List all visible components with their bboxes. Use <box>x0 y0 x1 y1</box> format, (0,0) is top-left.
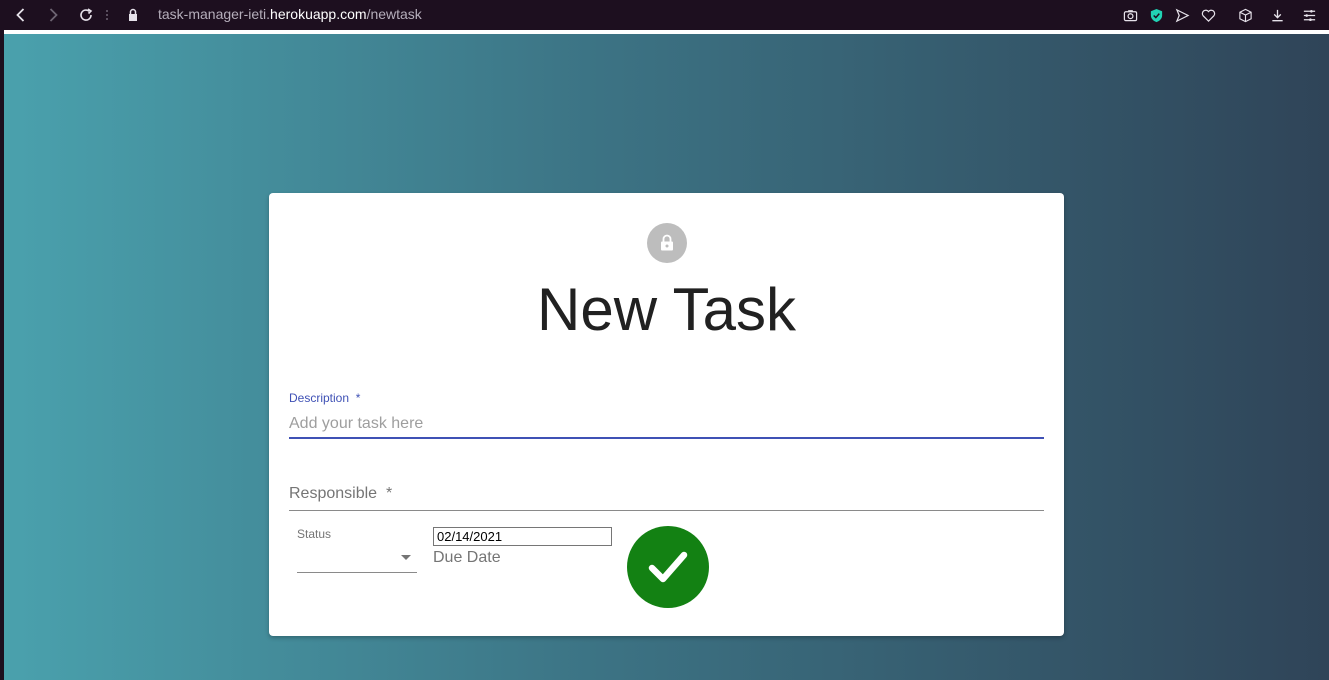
url-domain: herokuapp.com <box>270 6 367 22</box>
description-input[interactable] <box>289 411 1044 437</box>
address-bar[interactable]: task-manager-ieti.herokuapp.com/newtask <box>158 6 422 22</box>
description-underline <box>289 437 1044 439</box>
lock-icon <box>129 8 137 21</box>
required-mark: * <box>355 391 361 405</box>
checkmark-icon <box>648 551 688 583</box>
description-label: Description * <box>289 391 360 405</box>
avatar <box>647 223 687 263</box>
new-task-form: New Task Description * Responsible * Sta… <box>269 193 1064 636</box>
due-date-input[interactable] <box>433 527 612 546</box>
status-select[interactable] <box>297 545 417 573</box>
responsible-label: Responsible <box>289 485 378 502</box>
shield-icon[interactable] <box>1147 6 1165 24</box>
forward-icon[interactable] <box>42 4 64 26</box>
page-title: New Task <box>537 276 796 343</box>
dropdown-arrow-icon <box>401 555 411 560</box>
menu-icon[interactable] <box>1300 6 1318 24</box>
separator-dots <box>106 10 108 20</box>
back-icon[interactable] <box>10 4 32 26</box>
lock-icon <box>661 234 673 251</box>
responsible-field[interactable]: Responsible * <box>289 485 392 503</box>
required-mark: * <box>385 485 393 502</box>
camera-icon[interactable] <box>1121 6 1139 24</box>
cube-icon[interactable] <box>1236 6 1254 24</box>
browser-toolbar: task-manager-ieti.herokuapp.com/newtask <box>0 0 1329 30</box>
submit-button[interactable] <box>627 526 709 608</box>
responsible-underline <box>289 510 1044 511</box>
reload-icon[interactable] <box>75 4 97 26</box>
url-prefix: task-manager-ieti. <box>158 6 271 22</box>
description-label-text: Description <box>289 391 350 405</box>
status-label: Status <box>297 527 332 541</box>
send-icon[interactable] <box>1173 6 1191 24</box>
heart-icon[interactable] <box>1199 6 1217 24</box>
status-underline <box>297 572 417 573</box>
url-path: /newtask <box>366 6 422 22</box>
download-icon[interactable] <box>1268 6 1286 24</box>
due-date-label: Due Date <box>433 549 501 566</box>
